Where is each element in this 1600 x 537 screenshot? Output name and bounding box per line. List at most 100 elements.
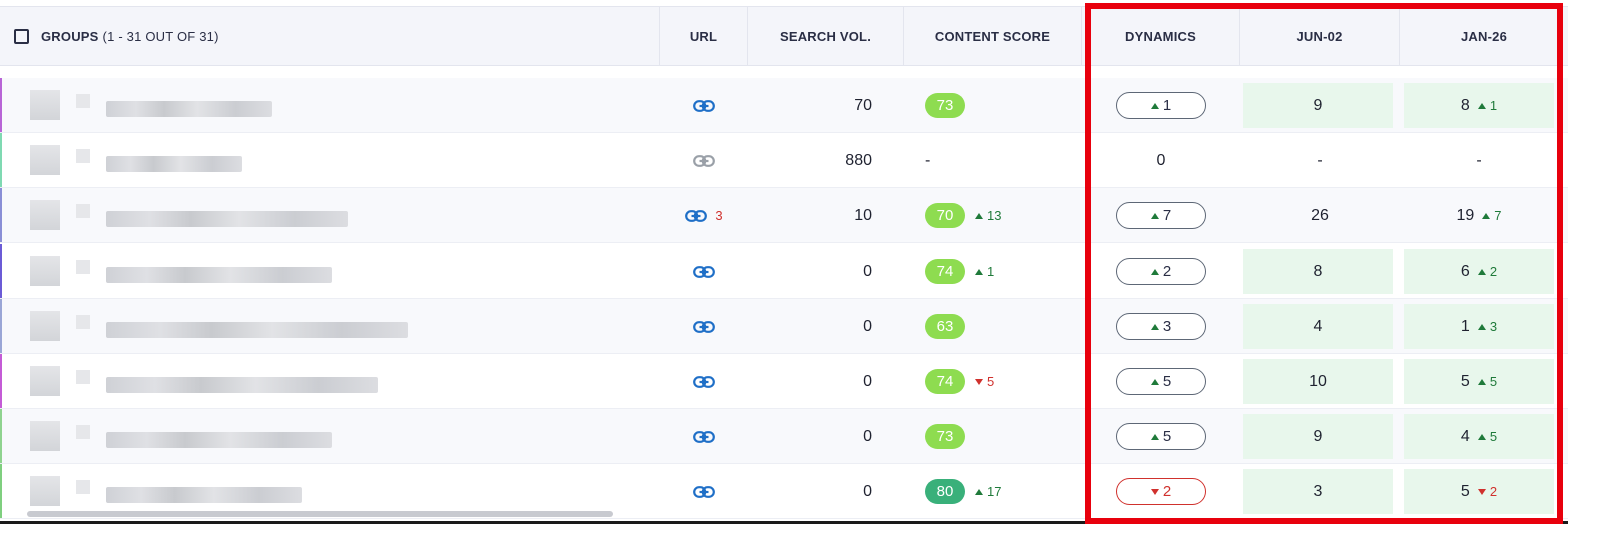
group-avatar-redacted bbox=[30, 256, 60, 286]
url-cell[interactable] bbox=[660, 299, 748, 354]
link-icon[interactable] bbox=[693, 154, 715, 167]
date-2-delta-value: 5 bbox=[1489, 374, 1498, 389]
dynamics-arrow-icon bbox=[1150, 488, 1163, 495]
column-header-search-vol[interactable]: SEARCH VOL. bbox=[748, 7, 904, 65]
link-icon[interactable] bbox=[693, 99, 715, 112]
group-name-cell[interactable] bbox=[0, 244, 660, 299]
date-2-cell: 81 bbox=[1404, 83, 1554, 128]
dynamics-cell: 1 bbox=[1082, 78, 1240, 133]
group-avatar-redacted bbox=[30, 145, 60, 175]
url-cell[interactable] bbox=[660, 464, 748, 519]
horizontal-scrollbar[interactable] bbox=[27, 511, 613, 517]
group-name-redacted bbox=[106, 101, 272, 117]
group-name-cell[interactable] bbox=[0, 354, 660, 409]
content-score-badge: 73 bbox=[925, 424, 965, 449]
group-name-cell[interactable] bbox=[0, 188, 660, 243]
group-avatar-redacted bbox=[30, 476, 60, 506]
column-header-url[interactable]: URL bbox=[660, 7, 748, 65]
group-name-cell[interactable] bbox=[0, 409, 660, 464]
url-cell[interactable] bbox=[660, 244, 748, 299]
select-all-checkbox[interactable] bbox=[14, 28, 29, 44]
date-2-delta: 3 bbox=[1477, 319, 1497, 334]
dynamics-arrow-icon bbox=[1150, 212, 1163, 219]
content-score-delta-value: 5 bbox=[987, 374, 995, 389]
groups-count: (1 - 31 OUT OF 31) bbox=[102, 28, 219, 44]
column-header-date-1[interactable]: JUN-02 bbox=[1240, 7, 1400, 65]
date-2-cell: 62 bbox=[1404, 249, 1554, 294]
table-row[interactable]: 880 - 0 - - bbox=[0, 133, 1568, 188]
url-count: 3 bbox=[715, 208, 723, 223]
search-volume-cell: 10 bbox=[854, 206, 872, 224]
link-icon[interactable] bbox=[693, 375, 715, 388]
column-header-groups[interactable]: GROUPS (1 - 31 OUT OF 31) bbox=[0, 7, 660, 65]
content-score-badge: 73 bbox=[925, 93, 965, 118]
content-score-badge: 74 bbox=[925, 369, 965, 394]
group-avatar-redacted bbox=[30, 421, 60, 451]
table-row[interactable]: 70 73 1 9 81 bbox=[0, 78, 1568, 133]
content-score-badge: 63 bbox=[925, 314, 965, 339]
group-name-cell[interactable] bbox=[0, 299, 660, 354]
date-2-delta: 1 bbox=[1477, 98, 1497, 113]
dynamics-pill[interactable]: 5 bbox=[1116, 368, 1206, 395]
date-1-cell: 4 bbox=[1243, 304, 1393, 349]
link-icon[interactable] bbox=[693, 265, 715, 278]
dynamics-arrow-icon bbox=[1150, 102, 1163, 109]
date-2-delta-value: 2 bbox=[1489, 264, 1498, 279]
table-row[interactable]: 0 74 5 5 10 55 bbox=[0, 354, 1568, 409]
url-cell[interactable]: 3 bbox=[660, 188, 748, 243]
link-icon[interactable] bbox=[693, 485, 715, 498]
date-2-cell: 52 bbox=[1404, 469, 1554, 514]
dynamics-pill[interactable]: 7 bbox=[1116, 202, 1206, 229]
search-volume-cell: 0 bbox=[863, 482, 872, 500]
group-icon-redacted bbox=[76, 315, 90, 329]
table-row[interactable]: 0 74 1 2 8 62 bbox=[0, 244, 1568, 299]
search-volume-cell: 0 bbox=[863, 317, 872, 335]
column-header-content-score[interactable]: CONTENT SCORE bbox=[904, 7, 1082, 65]
content-score-cell: 70 13 bbox=[925, 188, 1082, 243]
content-score-cell: 74 1 bbox=[925, 244, 1082, 299]
search-volume-cell: 0 bbox=[863, 372, 872, 390]
bottom-border bbox=[0, 521, 1600, 524]
dynamics-pill[interactable]: 3 bbox=[1116, 313, 1206, 340]
column-header-dynamics[interactable]: DYNAMICS bbox=[1082, 7, 1240, 65]
content-score-cell: 80 17 bbox=[925, 464, 1082, 519]
url-cell[interactable] bbox=[660, 409, 748, 464]
dynamics-pill[interactable]: 1 bbox=[1116, 92, 1206, 119]
date-2-position: 5 bbox=[1460, 482, 1470, 500]
date-1-cell: 9 bbox=[1243, 414, 1393, 459]
table-row[interactable]: 0 73 5 9 45 bbox=[0, 409, 1568, 464]
date-2-delta-value: 7 bbox=[1494, 208, 1502, 223]
date-2-delta: 2 bbox=[1477, 264, 1498, 279]
date-1-cell: 9 bbox=[1243, 83, 1393, 128]
dynamics-value: 7 bbox=[1162, 207, 1172, 224]
link-icon[interactable] bbox=[685, 209, 708, 222]
dynamics-pill[interactable]: 2 bbox=[1116, 258, 1206, 285]
content-score-cell: 63 bbox=[925, 299, 1082, 354]
dynamics-pill[interactable]: 5 bbox=[1116, 423, 1206, 450]
dynamics-value: 5 bbox=[1162, 428, 1172, 445]
column-header-date-2[interactable]: JAN-26 bbox=[1400, 7, 1568, 65]
content-score-delta: 17 bbox=[975, 484, 1001, 499]
group-name-cell[interactable] bbox=[0, 133, 660, 188]
url-cell[interactable] bbox=[660, 354, 748, 409]
table-row[interactable]: 3 10 70 13 7 26 19 7 bbox=[0, 188, 1568, 243]
search-volume-cell: 0 bbox=[863, 427, 872, 445]
dynamics-cell: 3 bbox=[1082, 299, 1240, 354]
group-name-redacted bbox=[106, 432, 332, 448]
content-score-badge: 70 bbox=[925, 203, 965, 228]
link-icon[interactable] bbox=[693, 430, 715, 443]
search-volume-cell: 880 bbox=[845, 151, 872, 169]
group-avatar-redacted bbox=[30, 311, 60, 341]
link-icon[interactable] bbox=[693, 320, 715, 333]
group-icon-redacted bbox=[76, 94, 90, 108]
table-row[interactable]: 0 63 3 4 13 bbox=[0, 299, 1568, 354]
dynamics-value: 0 bbox=[1156, 151, 1166, 169]
dynamics-pill[interactable]: 2 bbox=[1116, 478, 1206, 505]
dynamics-cell: 0 bbox=[1082, 133, 1240, 188]
date-2-delta: 5 bbox=[1477, 374, 1498, 389]
content-score-delta-value: 1 bbox=[987, 264, 995, 279]
content-score-cell: 74 5 bbox=[925, 354, 1082, 409]
group-name-cell[interactable] bbox=[0, 78, 660, 133]
url-cell[interactable] bbox=[660, 133, 748, 188]
url-cell[interactable] bbox=[660, 78, 748, 133]
